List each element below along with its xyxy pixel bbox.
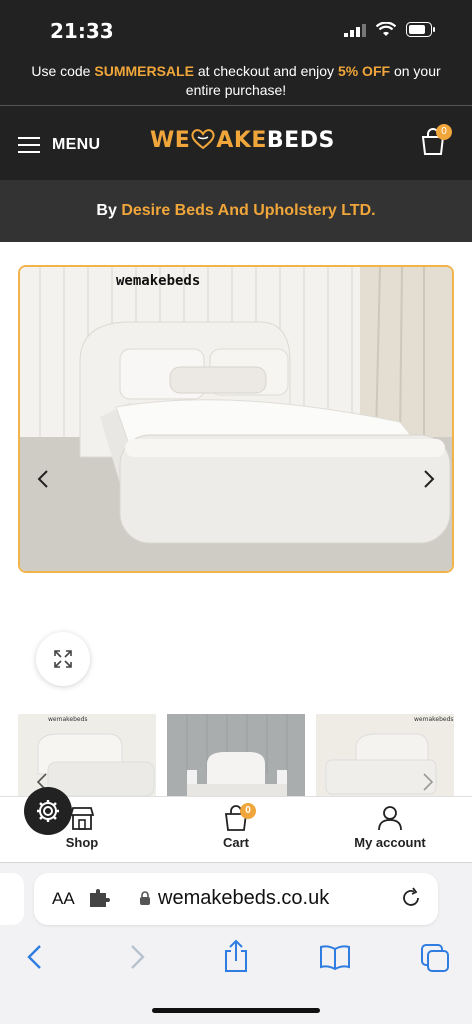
nav-cart[interactable]: Cart 0 [214, 803, 258, 850]
bookmarks-icon[interactable] [318, 943, 352, 971]
menu-label: MENU [52, 136, 101, 153]
site-logo[interactable]: WE AKEBEDS [150, 128, 335, 153]
thumbnail-2-image [167, 714, 305, 796]
thumbnail-1-brand: wemakebeds [48, 716, 88, 723]
address-bar[interactable]: AA wemakebeds.co.uk [34, 873, 438, 925]
promo-banner: Use code SUMMERSALE at checkout and enjo… [0, 56, 472, 106]
thumbnail-strip: wemakebeds wemakebeds [18, 714, 472, 796]
hamburger-icon [18, 132, 40, 158]
wifi-icon [376, 22, 396, 36]
extension-icon[interactable] [88, 889, 110, 909]
back-icon[interactable] [24, 943, 46, 971]
text-size-button[interactable]: AA [52, 889, 75, 909]
promo-code: SUMMERSALE [94, 63, 194, 79]
lock-icon [140, 891, 150, 905]
gear-icon [37, 800, 59, 822]
promo-middle: at checkout and enjoy [193, 63, 338, 79]
url-text: wemakebeds.co.uk [158, 887, 330, 909]
user-icon [378, 806, 402, 831]
logo-we: WE [150, 128, 191, 153]
thumbnail-next-icon[interactable] [422, 772, 434, 792]
shop-icon [69, 807, 95, 830]
logo-make: AKE [216, 128, 267, 153]
home-indicator [152, 1008, 320, 1013]
thumbnail-2[interactable] [167, 714, 305, 796]
settings-button[interactable] [24, 787, 72, 835]
thumbnail-3-brand: wemakebeds [414, 716, 454, 723]
site-header: MENU WE AKEBEDS 0 [0, 106, 472, 180]
signal-icon [344, 23, 366, 37]
vendor-bar: By Desire Beds And Upholstery LTD. [0, 180, 472, 242]
bed-photo [20, 267, 452, 571]
browser-toolbar: AA wemakebeds.co.uk [0, 862, 472, 1024]
nav-account[interactable]: My account [350, 805, 430, 850]
reload-icon[interactable] [400, 887, 422, 909]
product-main-image[interactable]: wemakebeds [18, 265, 454, 573]
nav-cart-badge: 0 [240, 803, 256, 819]
status-time: 21:33 [50, 19, 114, 43]
vendor-link[interactable]: Desire Beds And Upholstery LTD. [121, 202, 375, 219]
chevron-left-icon[interactable] [32, 467, 56, 491]
zoom-button[interactable] [36, 632, 90, 686]
share-icon[interactable] [222, 939, 250, 973]
vendor-prefix: By [96, 202, 122, 219]
nav-account-label: My account [354, 835, 426, 850]
tabs-icon[interactable] [420, 943, 450, 973]
battery-icon [406, 22, 435, 37]
promo-discount: 5% OFF [337, 63, 391, 79]
status-icons [344, 22, 436, 37]
chevron-right-icon[interactable] [416, 467, 440, 491]
image-watermark-text: wemakebeds [116, 273, 201, 289]
forward-icon[interactable] [126, 943, 148, 971]
nav-shop-label: Shop [65, 835, 99, 850]
header-cart-button[interactable]: 0 [420, 124, 452, 158]
heart-logo-icon [191, 129, 215, 150]
status-bar: 21:33 [0, 0, 472, 56]
header-cart-badge: 0 [436, 124, 452, 140]
nav-cart-label: Cart [222, 835, 249, 850]
promo-prefix: Use code [31, 63, 95, 79]
logo-beds: BEDS [266, 128, 335, 153]
menu-button[interactable]: MENU [18, 132, 100, 158]
expand-icon [54, 650, 72, 668]
previous-tab-stub[interactable] [0, 873, 24, 925]
